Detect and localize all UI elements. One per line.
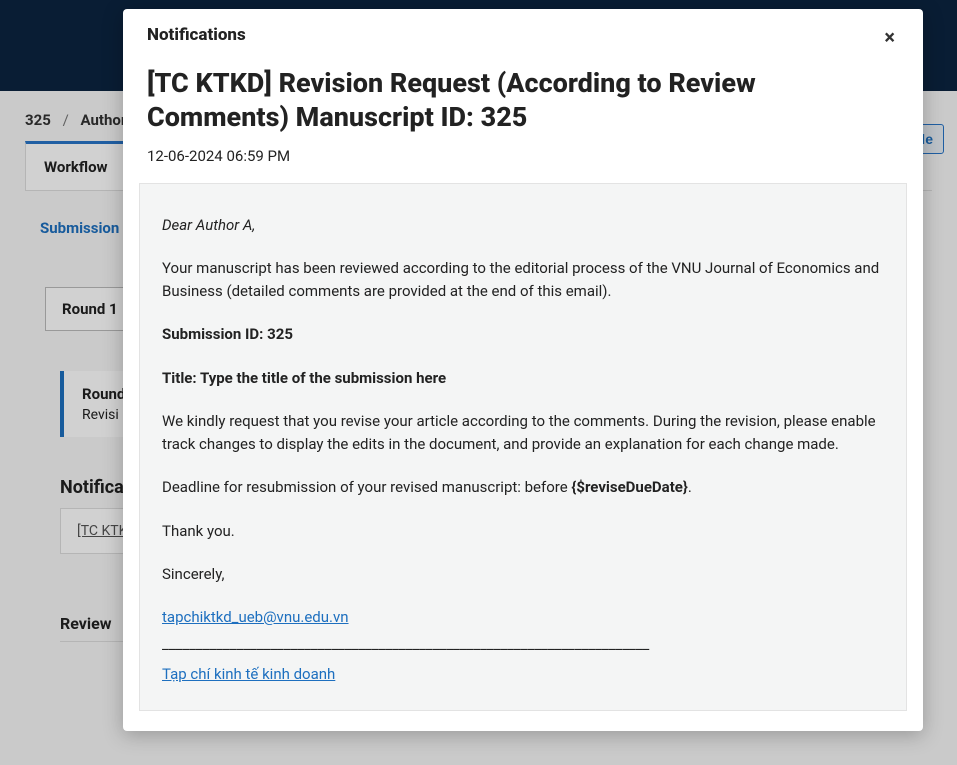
modal-signoff: Sincerely, [162, 563, 884, 586]
modal-header-title: Notifications [147, 25, 246, 49]
deadline-variable: {$reviseDueDate} [571, 478, 687, 496]
modal-greeting: Dear Author A, [162, 216, 255, 234]
deadline-suffix: . [688, 478, 692, 496]
modal-title: [TC KTKD] Revision Request (According to… [123, 53, 923, 143]
modal-journal-link[interactable]: Tạp chí kinh tế kinh doanh [162, 665, 335, 683]
modal-p1: Your manuscript has been reviewed accord… [162, 257, 884, 304]
notification-modal: Notifications × [TC KTKD] Revision Reque… [123, 9, 923, 731]
modal-date: 12-06-2024 06:59 PM [123, 143, 923, 183]
modal-deadline: Deadline for resubmission of your revise… [162, 476, 884, 499]
modal-email-link[interactable]: tapchiktkd_ueb@vnu.edu.vn [162, 608, 349, 626]
modal-title-line: Title: Type the title of the submission … [162, 369, 446, 387]
modal-body: Dear Author A, Your manuscript has been … [139, 183, 907, 711]
deadline-prefix: Deadline for resubmission of your revise… [162, 478, 571, 496]
modal-submission-id: Submission ID: 325 [162, 325, 293, 343]
modal-thanks: Thank you. [162, 520, 884, 543]
modal-divider: ________________________________________… [162, 633, 884, 656]
modal-p2: We kindly request that you revise your a… [162, 410, 884, 457]
modal-header: Notifications × [123, 9, 923, 53]
close-icon[interactable]: × [880, 25, 899, 49]
